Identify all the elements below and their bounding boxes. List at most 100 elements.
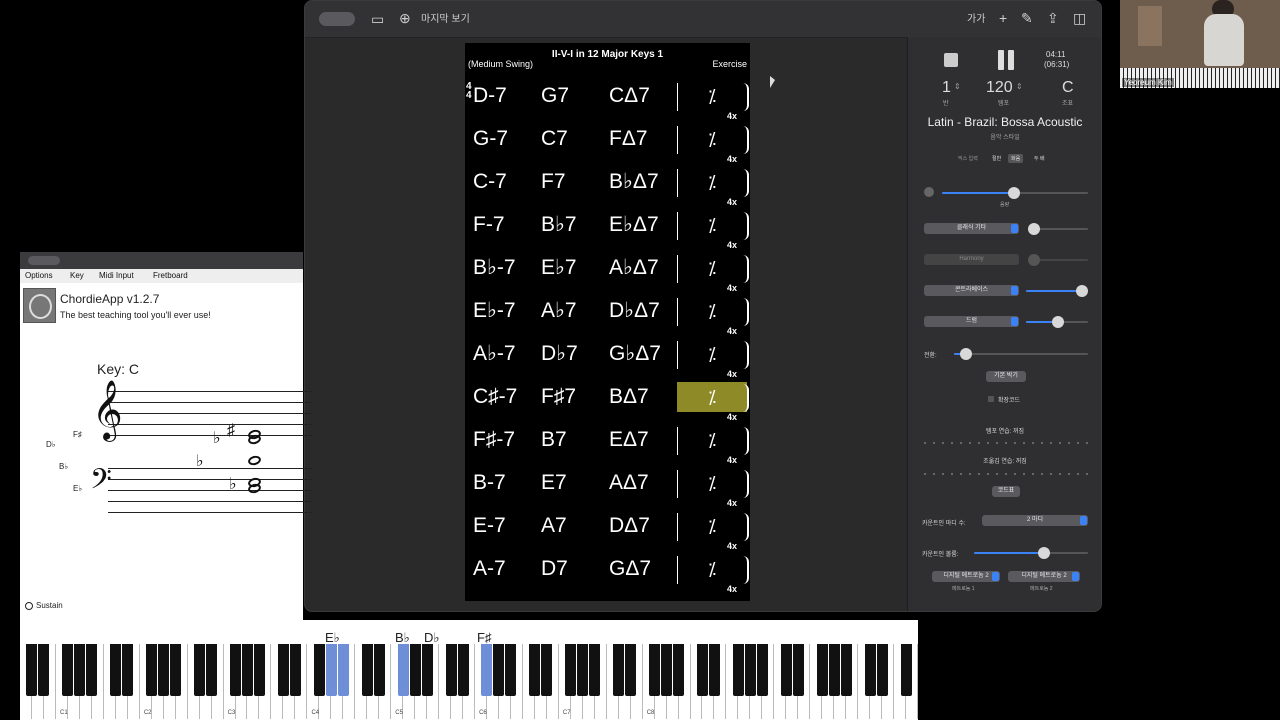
black-key[interactable] <box>421 644 433 696</box>
black-key[interactable] <box>38 644 50 696</box>
chord-cell[interactable]: BΔ7 <box>609 382 649 416</box>
stepper-icon[interactable]: ⇕ <box>1016 82 1023 91</box>
chord-cell[interactable]: A♭Δ7 <box>609 253 659 287</box>
globe-icon[interactable]: ⊕ <box>399 11 411 25</box>
repeat-measure-current[interactable]: ⁒ <box>677 382 747 412</box>
black-key[interactable] <box>673 644 685 696</box>
chord-cell[interactable]: E♭Δ7 <box>609 210 659 244</box>
instrument-slider-1[interactable] <box>1028 223 1088 235</box>
instrument-slider-3[interactable] <box>1026 285 1088 297</box>
volume-slider[interactable] <box>942 187 1088 199</box>
chord-cell[interactable]: E♭7 <box>541 253 577 287</box>
menu-options[interactable]: Options <box>25 269 53 283</box>
black-key[interactable] <box>409 644 421 696</box>
mix-tab[interactable]: 두 배 <box>1034 155 1045 162</box>
chord-cell[interactable]: C♯-7 <box>473 382 517 416</box>
chord-cell[interactable]: F-7 <box>473 210 505 244</box>
repeat-measure[interactable]: ⁒ <box>677 253 747 283</box>
chord-cell[interactable]: C7 <box>541 124 568 158</box>
chord-cell[interactable]: C-7 <box>473 167 507 201</box>
black-key[interactable] <box>780 644 792 696</box>
chord-cell[interactable]: EΔ7 <box>609 425 649 459</box>
mix-tab[interactable]: 절반 <box>992 155 1001 162</box>
chord-cell[interactable]: G♭Δ7 <box>609 339 661 373</box>
font-size-button[interactable]: 가가 <box>967 13 985 27</box>
repeat-measure[interactable]: ⁒ <box>677 554 747 584</box>
chord-cell[interactable]: F♯-7 <box>473 425 515 459</box>
tempo-value[interactable]: 120 <box>986 79 1013 97</box>
chord-cell[interactable]: GΔ7 <box>609 554 651 588</box>
countin-select[interactable]: 2 마디 <box>982 515 1088 526</box>
chord-cell[interactable]: G7 <box>541 81 569 115</box>
black-key[interactable] <box>170 644 182 696</box>
black-key[interactable] <box>744 644 756 696</box>
black-key[interactable] <box>230 644 242 696</box>
black-key[interactable] <box>74 644 86 696</box>
black-key[interactable] <box>313 644 325 696</box>
chord-cell[interactable]: D♭Δ7 <box>609 296 660 330</box>
black-key[interactable] <box>241 644 253 696</box>
chord-cell[interactable]: D7 <box>541 554 568 588</box>
sidebar-icon[interactable]: ▭ <box>371 12 384 26</box>
style-name[interactable]: Latin - Brazil: Bossa Acoustic <box>908 115 1101 129</box>
black-key[interactable] <box>493 644 505 696</box>
instrument-select-4[interactable]: 드럼 <box>924 316 1019 327</box>
mix-tab-active[interactable]: 화음 <box>1008 154 1024 163</box>
chord-cell[interactable]: B7 <box>541 425 567 459</box>
chord-cell[interactable]: F♯7 <box>541 382 576 416</box>
instrument-select-1[interactable]: 클래식 기타 <box>924 223 1019 234</box>
black-key[interactable] <box>613 644 625 696</box>
chorus-value[interactable]: 1 <box>942 79 951 97</box>
black-key[interactable] <box>828 644 840 696</box>
sustain-radio[interactable] <box>25 602 33 610</box>
black-key[interactable] <box>445 644 457 696</box>
black-key[interactable] <box>577 644 589 696</box>
panel-toggle-icon[interactable]: ◫ <box>1073 11 1086 25</box>
chord-cell[interactable]: A7 <box>541 511 567 545</box>
chord-cell[interactable]: E7 <box>541 468 567 502</box>
window-controls[interactable] <box>28 256 60 265</box>
transpose-slider[interactable] <box>954 348 1088 360</box>
black-key[interactable] <box>649 644 661 696</box>
repeat-measure[interactable]: ⁒ <box>677 339 747 369</box>
tempo-practice-slider[interactable] <box>924 442 1088 444</box>
chord-cell[interactable]: B♭Δ7 <box>609 167 659 201</box>
black-key[interactable] <box>206 644 218 696</box>
black-key[interactable] <box>661 644 673 696</box>
repeat-measure[interactable]: ⁒ <box>677 425 747 455</box>
chord-cell[interactable]: A♭7 <box>541 296 577 330</box>
repeat-measure[interactable]: ⁒ <box>677 167 747 197</box>
repeat-measure[interactable]: ⁒ <box>677 124 747 154</box>
black-key[interactable] <box>158 644 170 696</box>
ext-chords-checkbox[interactable] <box>988 396 994 402</box>
countin-volume-slider[interactable] <box>974 547 1088 559</box>
repeat-measure[interactable]: ⁒ <box>677 296 747 326</box>
black-key[interactable] <box>840 644 852 696</box>
chord-cell[interactable]: D♭7 <box>541 339 578 373</box>
chord-cell[interactable]: B-7 <box>473 468 506 502</box>
black-key-pressed[interactable] <box>397 644 409 696</box>
pencil-icon[interactable]: ✎ <box>1021 11 1033 25</box>
black-key[interactable] <box>505 644 517 696</box>
black-key-pressed[interactable] <box>337 644 349 696</box>
stop-icon[interactable] <box>944 53 958 67</box>
black-key[interactable] <box>864 644 876 696</box>
menu-key[interactable]: Key <box>70 269 84 283</box>
black-key[interactable] <box>373 644 385 696</box>
repeat-measure[interactable]: ⁒ <box>677 511 747 541</box>
key-practice-slider[interactable] <box>924 473 1088 475</box>
black-key[interactable] <box>565 644 577 696</box>
black-key[interactable] <box>541 644 553 696</box>
black-key[interactable] <box>816 644 828 696</box>
black-key[interactable] <box>194 644 206 696</box>
black-key[interactable] <box>756 644 768 696</box>
black-key[interactable] <box>792 644 804 696</box>
black-key[interactable] <box>110 644 122 696</box>
black-key[interactable] <box>361 644 373 696</box>
chord-cell[interactable]: DΔ7 <box>609 511 650 545</box>
black-key[interactable] <box>457 644 469 696</box>
share-icon[interactable]: ⇪ <box>1047 11 1059 25</box>
black-key[interactable] <box>529 644 541 696</box>
black-key[interactable] <box>732 644 744 696</box>
chord-cell[interactable]: B♭7 <box>541 210 577 244</box>
